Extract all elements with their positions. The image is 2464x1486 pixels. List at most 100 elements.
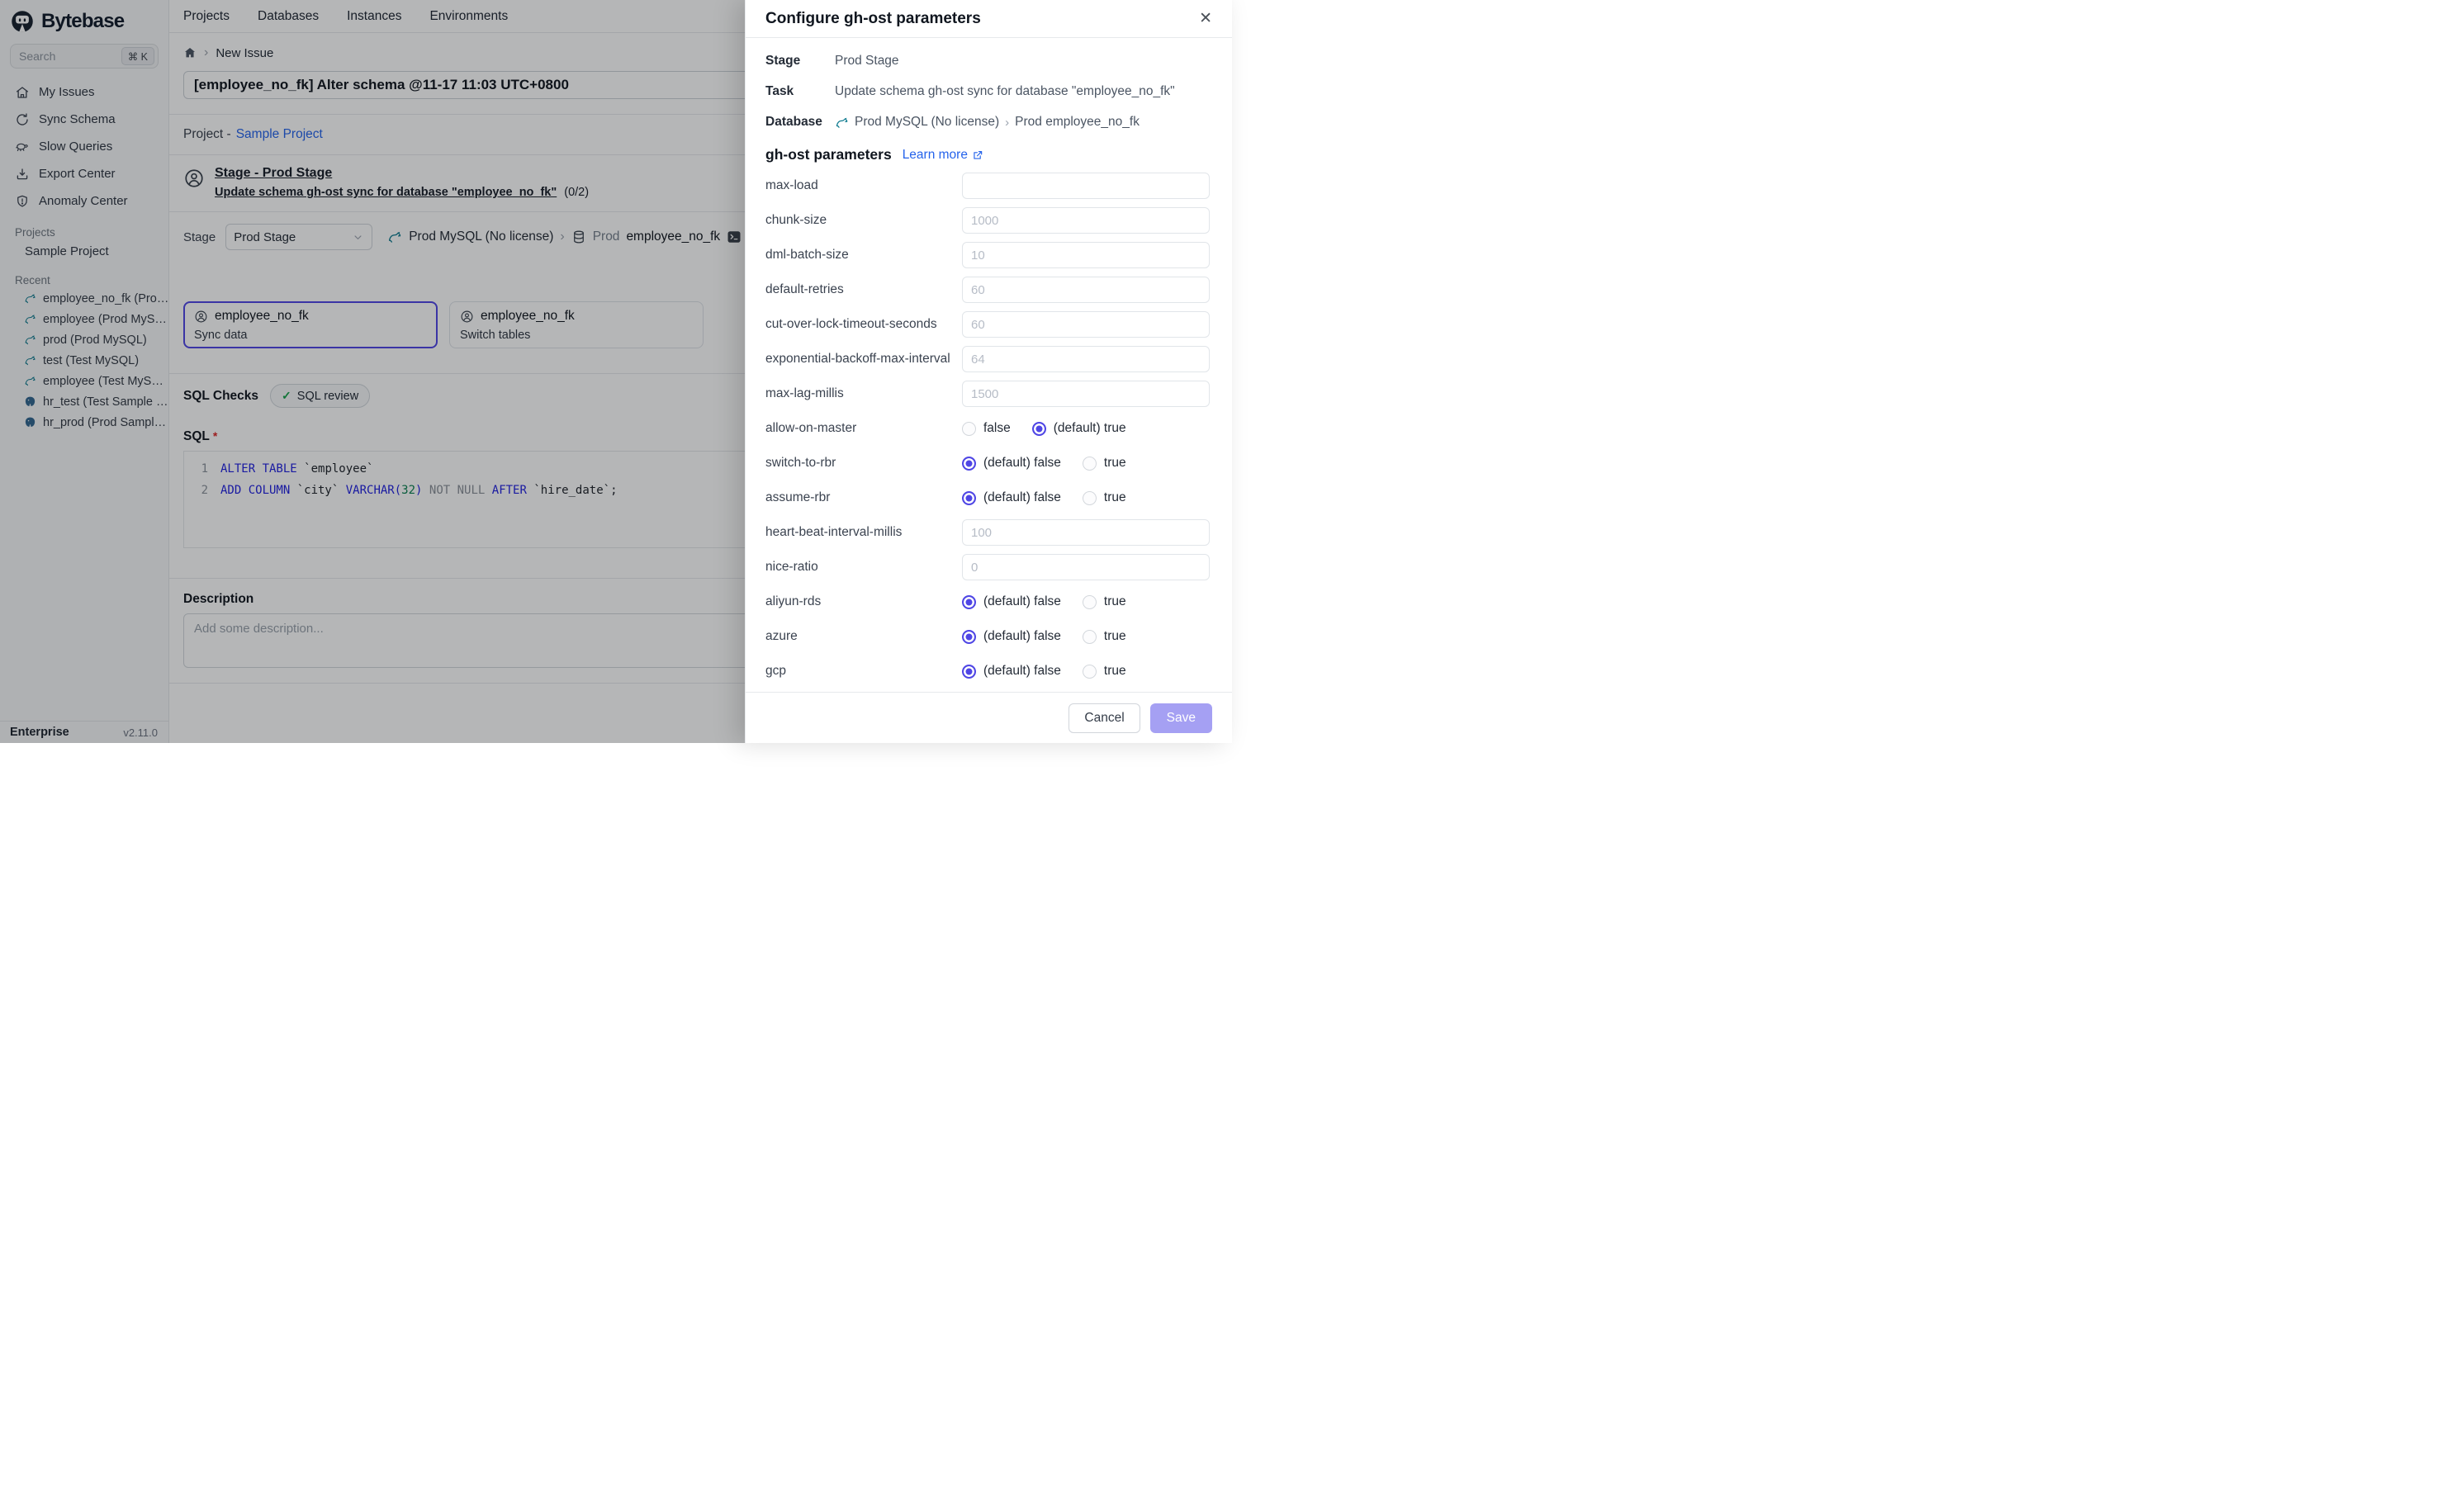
param-control: (default) false true: [962, 664, 1212, 679]
radio-option-label: false: [983, 421, 1011, 436]
param-label: assume-rbr: [765, 490, 962, 505]
heart-beat-interval-millis-input[interactable]: [962, 519, 1210, 546]
allow-on-master-false-radio[interactable]: [962, 422, 976, 436]
param-label: nice-ratio: [765, 560, 962, 575]
meta-task-value: Update schema gh-ost sync for database "…: [835, 84, 1175, 99]
gcp-true-radio[interactable]: [1083, 665, 1097, 679]
param-row-cut-over-lock-timeout-seconds: cut-over-lock-timeout-seconds: [765, 309, 1212, 340]
max-lag-millis-input[interactable]: [962, 381, 1210, 407]
learn-more-label: Learn more: [903, 148, 968, 163]
gcp-default-false-radio[interactable]: [962, 665, 976, 679]
assume-rbr-default-false-radio[interactable]: [962, 491, 976, 505]
param-control: [962, 242, 1212, 268]
radio-option-label: (default) false: [983, 490, 1061, 505]
radio-option-label: (default) false: [983, 594, 1061, 609]
radio-option-label: true: [1104, 594, 1126, 609]
param-label: max-load: [765, 178, 962, 193]
chevron-right-icon: ›: [1005, 116, 1009, 130]
param-control: [962, 554, 1212, 580]
param-label: switch-to-rbr: [765, 456, 962, 471]
param-row-chunk-size: chunk-size: [765, 205, 1212, 236]
ghost-params-heading: gh-ost parameters Learn more: [765, 146, 1212, 163]
param-row-nice-ratio: nice-ratio: [765, 551, 1212, 583]
param-row-aliyun-rds: aliyun-rds(default) falsetrue: [765, 586, 1212, 618]
param-label: chunk-size: [765, 213, 962, 228]
param-row-default-retries: default-retries: [765, 274, 1212, 305]
param-label: allow-on-master: [765, 421, 962, 436]
ghost-params-list: max-load chunk-size dml-batch-size default-…: [765, 170, 1212, 687]
allow-on-master-option-default-true[interactable]: (default) true: [1032, 421, 1126, 436]
meta-database-row: Database Prod MySQL (No license) › Prod …: [765, 107, 1212, 138]
param-label: gcp: [765, 664, 962, 679]
meta-database-instance: Prod MySQL (No license): [855, 115, 999, 130]
radio-option-label: (default) false: [983, 456, 1061, 471]
param-label: heart-beat-interval-millis: [765, 525, 962, 540]
radio-option-label: true: [1104, 629, 1126, 644]
gcp-option-true[interactable]: true: [1083, 664, 1126, 679]
param-row-gcp: gcp(default) false true: [765, 655, 1212, 687]
aliyun-rds-true-radio[interactable]: [1083, 595, 1097, 609]
cancel-button[interactable]: Cancel: [1069, 703, 1140, 733]
ghost-params-title: gh-ost parameters: [765, 146, 892, 163]
param-label: azure: [765, 629, 962, 644]
meta-database-label: Database: [765, 115, 835, 130]
max-load-input[interactable]: [962, 173, 1210, 199]
radio-option-label: true: [1104, 456, 1126, 471]
switch-to-rbr-option-default-false[interactable]: (default) false: [962, 456, 1061, 471]
switch-to-rbr-option-true[interactable]: true: [1083, 456, 1126, 471]
learn-more-link[interactable]: Learn more: [903, 148, 983, 163]
switch-to-rbr-true-radio[interactable]: [1083, 457, 1097, 471]
drawer-body: Stage Prod Stage Task Update schema gh-o…: [746, 38, 1232, 692]
meta-task-row: Task Update schema gh-ost sync for datab…: [765, 77, 1212, 107]
drawer-header: Configure gh-ost parameters ✕: [746, 0, 1232, 38]
azure-option-default-false[interactable]: (default) false: [962, 629, 1061, 644]
allow-on-master-default-true-radio[interactable]: [1032, 422, 1046, 436]
assume-rbr-true-radio[interactable]: [1083, 491, 1097, 505]
param-row-heart-beat-interval-millis: heart-beat-interval-millis: [765, 517, 1212, 548]
gcp-option-default-false[interactable]: (default) false: [962, 664, 1061, 679]
ghost-config-drawer: Configure gh-ost parameters ✕ Stage Prod…: [745, 0, 1232, 743]
aliyun-rds-option-true[interactable]: true: [1083, 594, 1126, 609]
azure-default-false-radio[interactable]: [962, 630, 976, 644]
param-control: [962, 519, 1212, 546]
param-label: max-lag-millis: [765, 386, 962, 401]
param-control: [962, 173, 1212, 199]
save-button[interactable]: Save: [1150, 703, 1212, 733]
param-row-assume-rbr: assume-rbr (default) false true: [765, 482, 1212, 513]
param-control: (default) false true: [962, 629, 1212, 644]
meta-database-name: Prod employee_no_fk: [1015, 115, 1140, 130]
param-control: [962, 207, 1212, 234]
param-row-exponential-backoff-max-interval: exponential-backoff-max-interval: [765, 343, 1212, 375]
param-label: dml-batch-size: [765, 248, 962, 263]
aliyun-rds-default-false-radio[interactable]: [962, 595, 976, 609]
close-icon[interactable]: ✕: [1192, 7, 1219, 30]
default-retries-input[interactable]: [962, 277, 1210, 303]
azure-option-true[interactable]: true: [1083, 629, 1126, 644]
assume-rbr-option-true[interactable]: true: [1083, 490, 1126, 505]
radio-option-label: (default) true: [1054, 421, 1126, 436]
param-control: [962, 311, 1212, 338]
radio-option-label: (default) false: [983, 629, 1061, 644]
param-row-switch-to-rbr: switch-to-rbr (default) false true: [765, 447, 1212, 479]
allow-on-master-option-false[interactable]: false: [962, 421, 1011, 436]
exponential-backoff-max-interval-input[interactable]: [962, 346, 1210, 372]
switch-to-rbr-default-false-radio[interactable]: [962, 457, 976, 471]
cut-over-lock-timeout-seconds-input[interactable]: [962, 311, 1210, 338]
param-control: [962, 277, 1212, 303]
param-label: exponential-backoff-max-interval: [765, 352, 962, 367]
azure-true-radio[interactable]: [1083, 630, 1097, 644]
mysql-icon: [835, 116, 849, 130]
assume-rbr-option-default-false[interactable]: (default) false: [962, 490, 1061, 505]
param-row-azure: azure (default) false true: [765, 621, 1212, 652]
param-row-dml-batch-size: dml-batch-size: [765, 239, 1212, 271]
meta-task-label: Task: [765, 84, 835, 99]
param-row-max-load: max-load: [765, 170, 1212, 201]
param-row-max-lag-millis: max-lag-millis: [765, 378, 1212, 409]
aliyun-rds-option-default-false[interactable]: (default) false: [962, 594, 1061, 609]
param-label: cut-over-lock-timeout-seconds: [765, 317, 962, 332]
param-control: [962, 381, 1212, 407]
meta-stage-label: Stage: [765, 54, 835, 69]
nice-ratio-input[interactable]: [962, 554, 1210, 580]
dml-batch-size-input[interactable]: [962, 242, 1210, 268]
chunk-size-input[interactable]: [962, 207, 1210, 234]
